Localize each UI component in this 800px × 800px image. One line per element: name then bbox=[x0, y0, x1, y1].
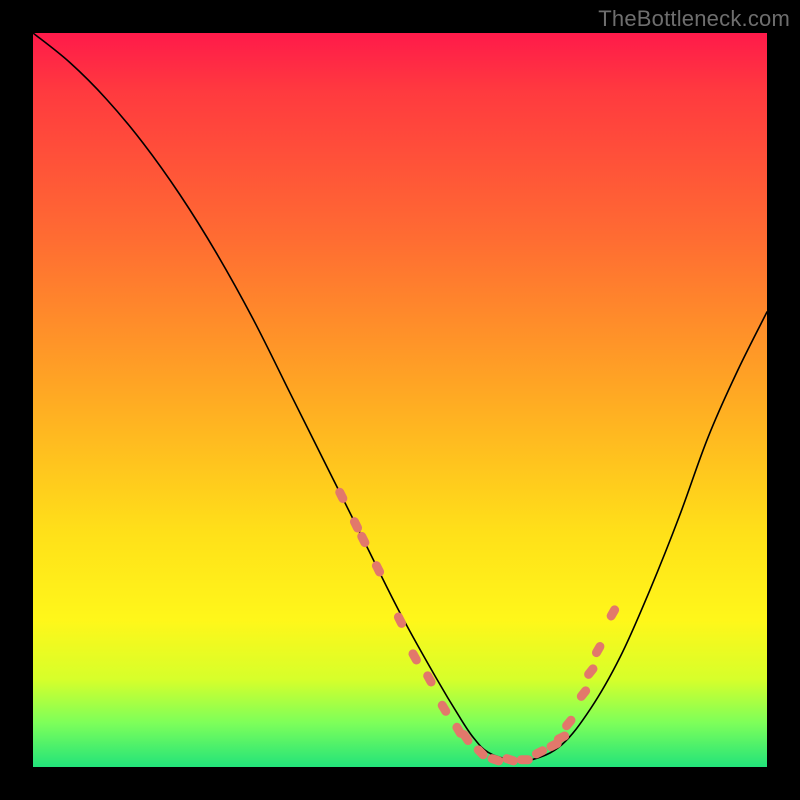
curve-marker bbox=[575, 685, 592, 703]
curve-marker bbox=[348, 516, 363, 534]
curve-marker bbox=[590, 640, 606, 658]
plot-area bbox=[33, 33, 767, 767]
curve-marker bbox=[356, 530, 371, 548]
curve-marker bbox=[605, 604, 621, 622]
curve-marker bbox=[517, 755, 533, 764]
bottleneck-curve bbox=[33, 33, 767, 761]
chart-svg bbox=[33, 33, 767, 767]
curve-marker bbox=[422, 670, 438, 688]
curve-marker bbox=[334, 486, 349, 504]
curve-marker bbox=[472, 743, 490, 761]
curve-marker bbox=[370, 560, 385, 578]
highlighted-segment bbox=[334, 486, 621, 766]
curve-marker bbox=[486, 753, 504, 767]
watermark-text: TheBottleneck.com bbox=[598, 6, 790, 32]
curve-marker bbox=[501, 753, 519, 767]
curve-marker bbox=[392, 611, 407, 629]
curve-marker bbox=[582, 663, 599, 681]
chart-frame: TheBottleneck.com bbox=[0, 0, 800, 800]
